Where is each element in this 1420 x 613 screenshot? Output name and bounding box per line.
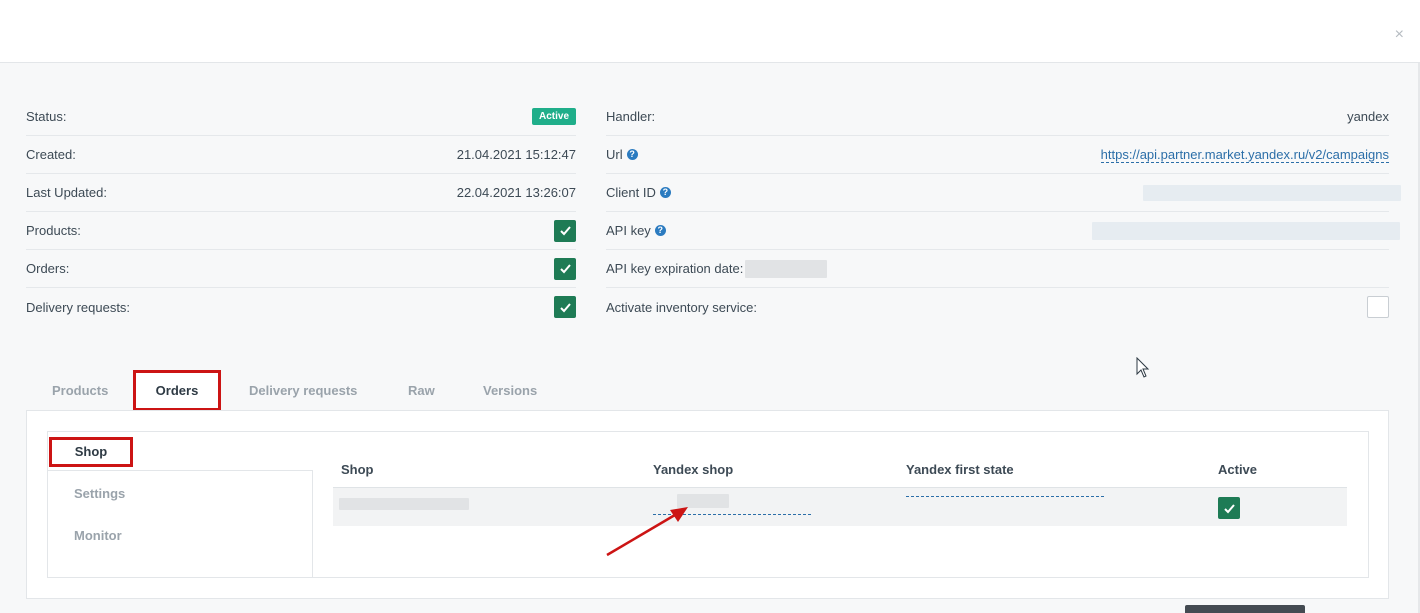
last-updated-label: Last Updated:	[26, 185, 107, 200]
handler-label: Handler:	[606, 109, 656, 124]
client-id-label: Client ID ?	[606, 185, 671, 200]
delivery-requests-row: Delivery requests:	[26, 288, 576, 326]
tab-orders[interactable]: Orders	[133, 370, 221, 411]
tab-bar: Products Orders Delivery requests Raw Ve…	[26, 370, 726, 411]
table-row	[333, 488, 1347, 526]
side-item-settings[interactable]: Settings	[74, 486, 125, 501]
api-key-expiration-label: API key expiration date:	[606, 259, 828, 278]
delivery-requests-checkbox[interactable]	[554, 296, 576, 318]
api-key-expiration-redacted	[745, 259, 828, 278]
side-item-shop[interactable]: Shop	[49, 437, 133, 467]
tab-products[interactable]: Products	[52, 370, 108, 411]
inventory-service-row: Activate inventory service:	[606, 288, 1389, 326]
column-header-active: Active	[1218, 462, 1258, 477]
api-key-row: API key ?	[606, 212, 1400, 250]
api-key-label: API key ?	[606, 223, 666, 238]
url-label-text: Url	[606, 147, 623, 162]
last-updated-row: Last Updated: 22.04.2021 13:26:07	[26, 174, 576, 212]
help-icon[interactable]: ?	[654, 225, 666, 236]
info-right-column: Handler: yandex Url ? https://api.partne…	[606, 98, 1401, 326]
column-header-yandex-first-state: Yandex first state	[906, 462, 1014, 477]
orders-card: Shop Settings Monitor Shop Yandex shop Y…	[47, 431, 1369, 578]
side-item-monitor[interactable]: Monitor	[74, 528, 122, 543]
help-icon[interactable]: ?	[659, 187, 671, 198]
side-divider-vertical	[312, 470, 313, 578]
bottom-toolbar[interactable]	[1185, 605, 1305, 613]
inventory-service-label: Activate inventory service:	[606, 299, 758, 315]
tab-delivery-requests[interactable]: Delivery requests	[249, 370, 357, 411]
products-checkbox[interactable]	[554, 219, 576, 242]
client-id-row: Client ID ?	[606, 174, 1401, 212]
created-label: Created:	[26, 147, 76, 162]
delivery-requests-label: Delivery requests:	[26, 299, 131, 315]
tab-panel-orders: Shop Settings Monitor Shop Yandex shop Y…	[26, 410, 1389, 599]
inventory-service-checkbox[interactable]	[1367, 296, 1389, 318]
status-badge: Active	[531, 108, 576, 125]
api-key-expiration-row: API key expiration date:	[606, 250, 1389, 288]
url-link[interactable]: https://api.partner.market.yandex.ru/v2/…	[1100, 147, 1389, 163]
orders-row: Orders:	[26, 250, 576, 288]
checkmark-icon	[559, 264, 571, 274]
url-row: Url ? https://api.partner.market.yandex.…	[606, 136, 1389, 174]
created-value: 21.04.2021 15:12:47	[456, 147, 576, 162]
tab-raw[interactable]: Raw	[408, 370, 435, 411]
api-key-expiration-label-text: API key expiration date:	[606, 261, 744, 276]
created-row: Created: 21.04.2021 15:12:47	[26, 136, 576, 174]
client-id-label-text: Client ID	[606, 185, 656, 200]
handler-row: Handler: yandex	[606, 98, 1389, 136]
handler-value: yandex	[1347, 109, 1389, 124]
annotation-arrow-icon	[606, 507, 688, 557]
column-header-shop: Shop	[341, 462, 374, 477]
yandex-first-state-select[interactable]	[906, 496, 1104, 497]
products-row: Products:	[26, 212, 576, 250]
shop-name-redacted	[339, 498, 469, 510]
status-row: Status: Active	[26, 98, 576, 136]
checkmark-icon	[559, 226, 571, 236]
api-key-label-text: API key	[606, 223, 651, 238]
side-divider	[48, 470, 313, 471]
column-header-yandex-shop: Yandex shop	[653, 462, 734, 477]
row-active-checkbox[interactable]	[1218, 497, 1240, 519]
info-left-column: Status: Active Created: 21.04.2021 15:12…	[26, 98, 576, 326]
help-icon[interactable]: ?	[626, 149, 638, 160]
orders-label: Orders:	[26, 261, 70, 276]
status-label: Status:	[26, 109, 67, 124]
api-key-redacted	[1092, 221, 1400, 240]
close-icon[interactable]: ×	[1395, 27, 1404, 43]
last-updated-value: 22.04.2021 13:26:07	[456, 185, 576, 200]
orders-checkbox[interactable]	[554, 257, 576, 280]
checkmark-icon	[1223, 503, 1235, 513]
url-label: Url ?	[606, 147, 638, 162]
tab-versions[interactable]: Versions	[483, 370, 537, 411]
modal-header: ×	[0, 0, 1420, 63]
products-label: Products:	[26, 223, 81, 238]
mouse-cursor-icon	[1136, 357, 1150, 378]
client-id-redacted	[1143, 184, 1401, 201]
checkmark-icon	[559, 302, 571, 312]
